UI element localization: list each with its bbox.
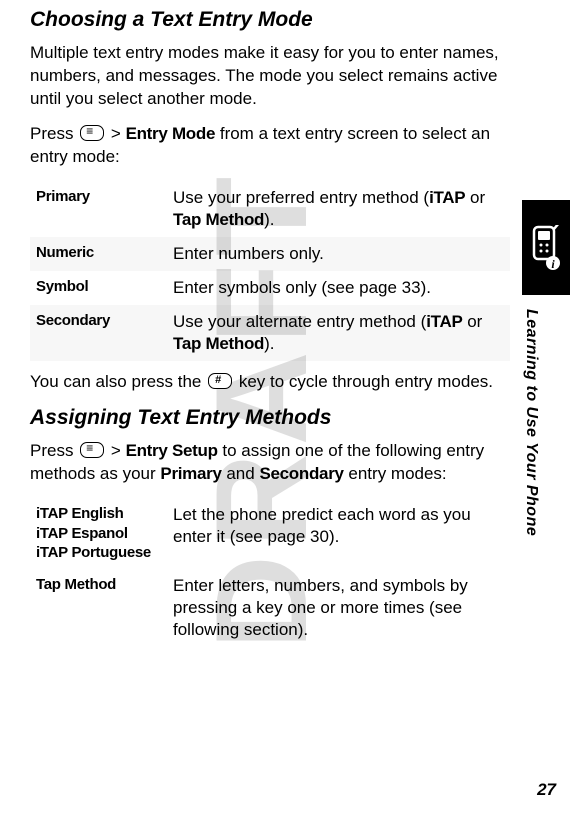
text: Use your preferred entry method ( xyxy=(173,188,429,207)
section1-para1: Multiple text entry modes make it easy f… xyxy=(30,42,510,111)
text: > xyxy=(106,124,125,143)
secondary-label: Secondary xyxy=(259,464,343,483)
text: Use your alternate entry method ( xyxy=(173,312,426,331)
primary-label: Primary xyxy=(160,464,221,483)
page-number: 27 xyxy=(537,780,556,800)
term-secondary: Secondary xyxy=(30,305,167,361)
desc: Use your alternate entry method (iTAP or… xyxy=(167,305,510,361)
entry-mode-label: Entry Mode xyxy=(126,124,216,143)
desc: Enter letters, numbers, and symbols by p… xyxy=(167,569,510,647)
entry-mode-table: Primary Use your preferred entry method … xyxy=(30,181,510,362)
menu-key-icon xyxy=(80,442,104,458)
table-row: Primary Use your preferred entry method … xyxy=(30,181,510,237)
text: > xyxy=(106,441,125,460)
text: or xyxy=(465,188,485,207)
text: ). xyxy=(264,210,274,229)
desc: Enter symbols only (see page 33). xyxy=(167,271,510,305)
table-row: Secondary Use your alternate entry metho… xyxy=(30,305,510,361)
phone-info-icon: i xyxy=(529,225,563,271)
text: Press xyxy=(30,441,78,460)
table-row: iTAP English iTAP Espanol iTAP Portugues… xyxy=(30,498,510,569)
text: key to cycle through entry modes. xyxy=(234,372,493,391)
section1-title: Choosing a Text Entry Mode xyxy=(30,8,510,32)
section1-para2: Press > Entry Mode from a text entry scr… xyxy=(30,123,510,169)
hash-key-icon xyxy=(208,373,232,389)
text: entry modes: xyxy=(344,464,447,483)
menu-key-icon xyxy=(80,125,104,141)
text: iTAP Espanol xyxy=(36,524,161,544)
text: or xyxy=(463,312,483,331)
term-numeric: Numeric xyxy=(30,237,167,271)
page-content: Choosing a Text Entry Mode Multiple text… xyxy=(0,0,580,647)
table-row: Symbol Enter symbols only (see page 33). xyxy=(30,271,510,305)
desc: Enter numbers only. xyxy=(167,237,510,271)
table-row: Tap Method Enter letters, numbers, and s… xyxy=(30,569,510,647)
side-tab: i Learning to Use Your Phone xyxy=(522,200,570,700)
term-primary: Primary xyxy=(30,181,167,237)
section2-title: Assigning Text Entry Methods xyxy=(30,406,510,430)
term-tap-method: Tap Method xyxy=(30,569,167,647)
text: You can also press the xyxy=(30,372,206,391)
section1-para3: You can also press the key to cycle thro… xyxy=(30,371,510,394)
phone-icon-tab: i xyxy=(522,200,570,295)
itap-label: iTAP xyxy=(429,188,465,207)
desc: Let the phone predict each word as you e… xyxy=(167,498,510,569)
table-row: Numeric Enter numbers only. xyxy=(30,237,510,271)
term-itap: iTAP English iTAP Espanol iTAP Portugues… xyxy=(30,498,167,569)
entry-setup-label: Entry Setup xyxy=(126,441,218,460)
itap-label: iTAP xyxy=(426,312,462,331)
desc: Use your preferred entry method (iTAP or… xyxy=(167,181,510,237)
text: Press xyxy=(30,124,78,143)
tap-method-label: Tap Method xyxy=(173,334,264,353)
text: ). xyxy=(264,334,274,353)
chapter-label: Learning to Use Your Phone xyxy=(522,309,540,536)
text: and xyxy=(222,464,260,483)
tap-method-label: Tap Method xyxy=(173,210,264,229)
entry-method-table: iTAP English iTAP Espanol iTAP Portugues… xyxy=(30,498,510,647)
term-symbol: Symbol xyxy=(30,271,167,305)
text: iTAP English xyxy=(36,504,161,524)
text: iTAP Portuguese xyxy=(36,543,161,563)
section2-para1: Press > Entry Setup to assign one of the… xyxy=(30,440,510,486)
